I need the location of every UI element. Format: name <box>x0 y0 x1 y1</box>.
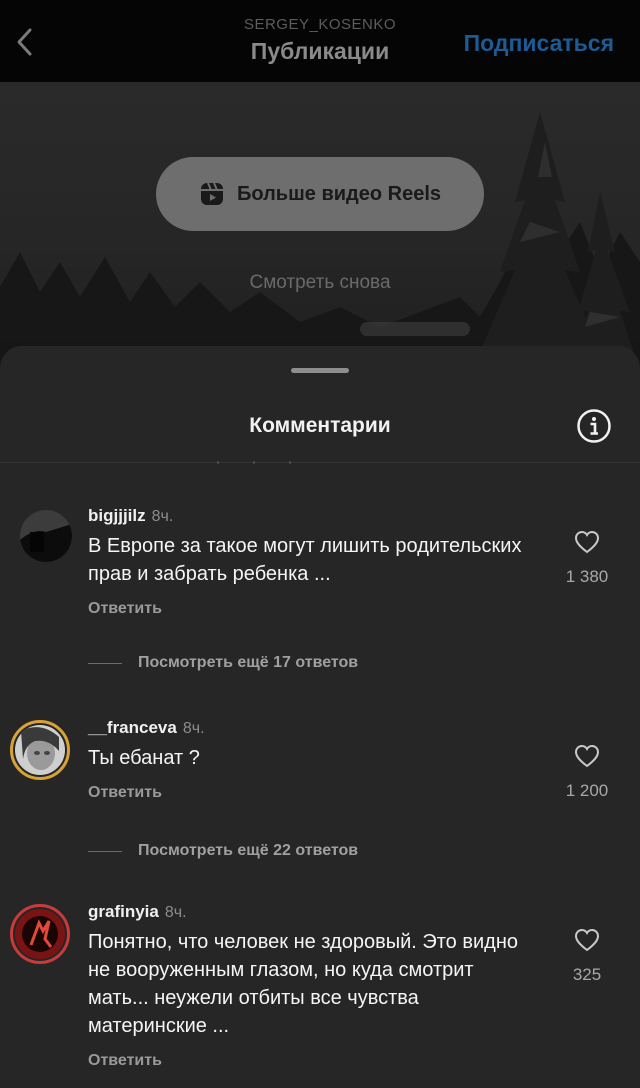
follow-button[interactable]: Подписаться <box>464 30 614 57</box>
comment-text: В Европе за такое могут лишить родительс… <box>88 535 522 585</box>
view-more-replies[interactable]: Посмотреть ещё 22 ответов <box>88 842 358 860</box>
comment-text: Ты ебанат ? <box>88 747 200 769</box>
video-player[interactable]: Больше видео Reels Смотреть снова <box>0 82 640 372</box>
comment-time: 8ч. <box>151 508 174 525</box>
more-reels-label: Больше видео Reels <box>237 182 441 205</box>
like-count: 325 <box>572 965 602 984</box>
comment-time: 8ч. <box>164 904 187 921</box>
heart-icon[interactable] <box>573 742 601 770</box>
like-control: 1 380 <box>552 528 622 587</box>
sheet-divider <box>0 462 640 463</box>
separator-dots <box>216 461 292 464</box>
replies-line <box>88 662 122 664</box>
comment-username[interactable]: __franceva <box>88 718 177 737</box>
view-more-replies-label: Посмотреть ещё 22 ответов <box>138 842 359 859</box>
heart-icon[interactable] <box>573 926 601 954</box>
replies-line <box>88 850 122 852</box>
watch-again-button[interactable]: Смотреть снова <box>0 272 640 294</box>
reply-button[interactable]: Ответить <box>88 784 558 802</box>
comment-body: grafinyia 8ч. Понятно, что человек не здо… <box>88 902 558 1070</box>
reels-icon <box>201 182 223 205</box>
info-icon <box>577 409 611 443</box>
comment-username[interactable]: grafinyia <box>88 902 159 921</box>
comment-body: __franceva 8ч. Ты ебанат ? Ответить <box>88 718 558 802</box>
avatar-image <box>15 909 65 959</box>
heart-icon[interactable] <box>573 528 601 556</box>
comment-time: 8ч. <box>182 720 205 737</box>
avatar[interactable] <box>20 510 72 562</box>
like-count: 1 200 <box>565 781 609 800</box>
top-bar: SERGEY_KOSENKO Публикации Подписаться <box>0 0 640 82</box>
more-reels-button[interactable]: Больше видео Reels <box>156 157 484 231</box>
avatar-image <box>15 725 65 775</box>
avatar[interactable] <box>10 720 70 780</box>
like-count: 1 380 <box>565 567 609 586</box>
comment-header: grafinyia 8ч. <box>88 902 558 922</box>
comment-text: Понятно, что человек не здоровый. Это ви… <box>88 931 518 1037</box>
comments-sheet: Комментарии bigjjjilz 8ч. В Европе за так… <box>0 346 640 1088</box>
reply-button[interactable]: Ответить <box>88 600 558 618</box>
comment-username[interactable]: bigjjjilz <box>88 506 146 525</box>
comment-body: bigjjjilz 8ч. В Европе за такое могут лиш… <box>88 506 558 618</box>
like-control: 1 200 <box>552 742 622 801</box>
drag-handle[interactable] <box>291 368 349 373</box>
avatar[interactable] <box>10 904 70 964</box>
avatar-image <box>20 510 72 562</box>
view-more-replies[interactable]: Посмотреть ещё 17 ответов <box>88 654 358 672</box>
like-control: 325 <box>552 926 622 985</box>
comments-title: Комментарии <box>249 414 391 437</box>
comment-header: bigjjjilz 8ч. <box>88 506 558 526</box>
view-more-replies-label: Посмотреть ещё 17 ответов <box>138 654 359 671</box>
comment-header: __franceva 8ч. <box>88 718 558 738</box>
info-button[interactable] <box>576 408 612 444</box>
reply-button[interactable]: Ответить <box>88 1052 558 1070</box>
